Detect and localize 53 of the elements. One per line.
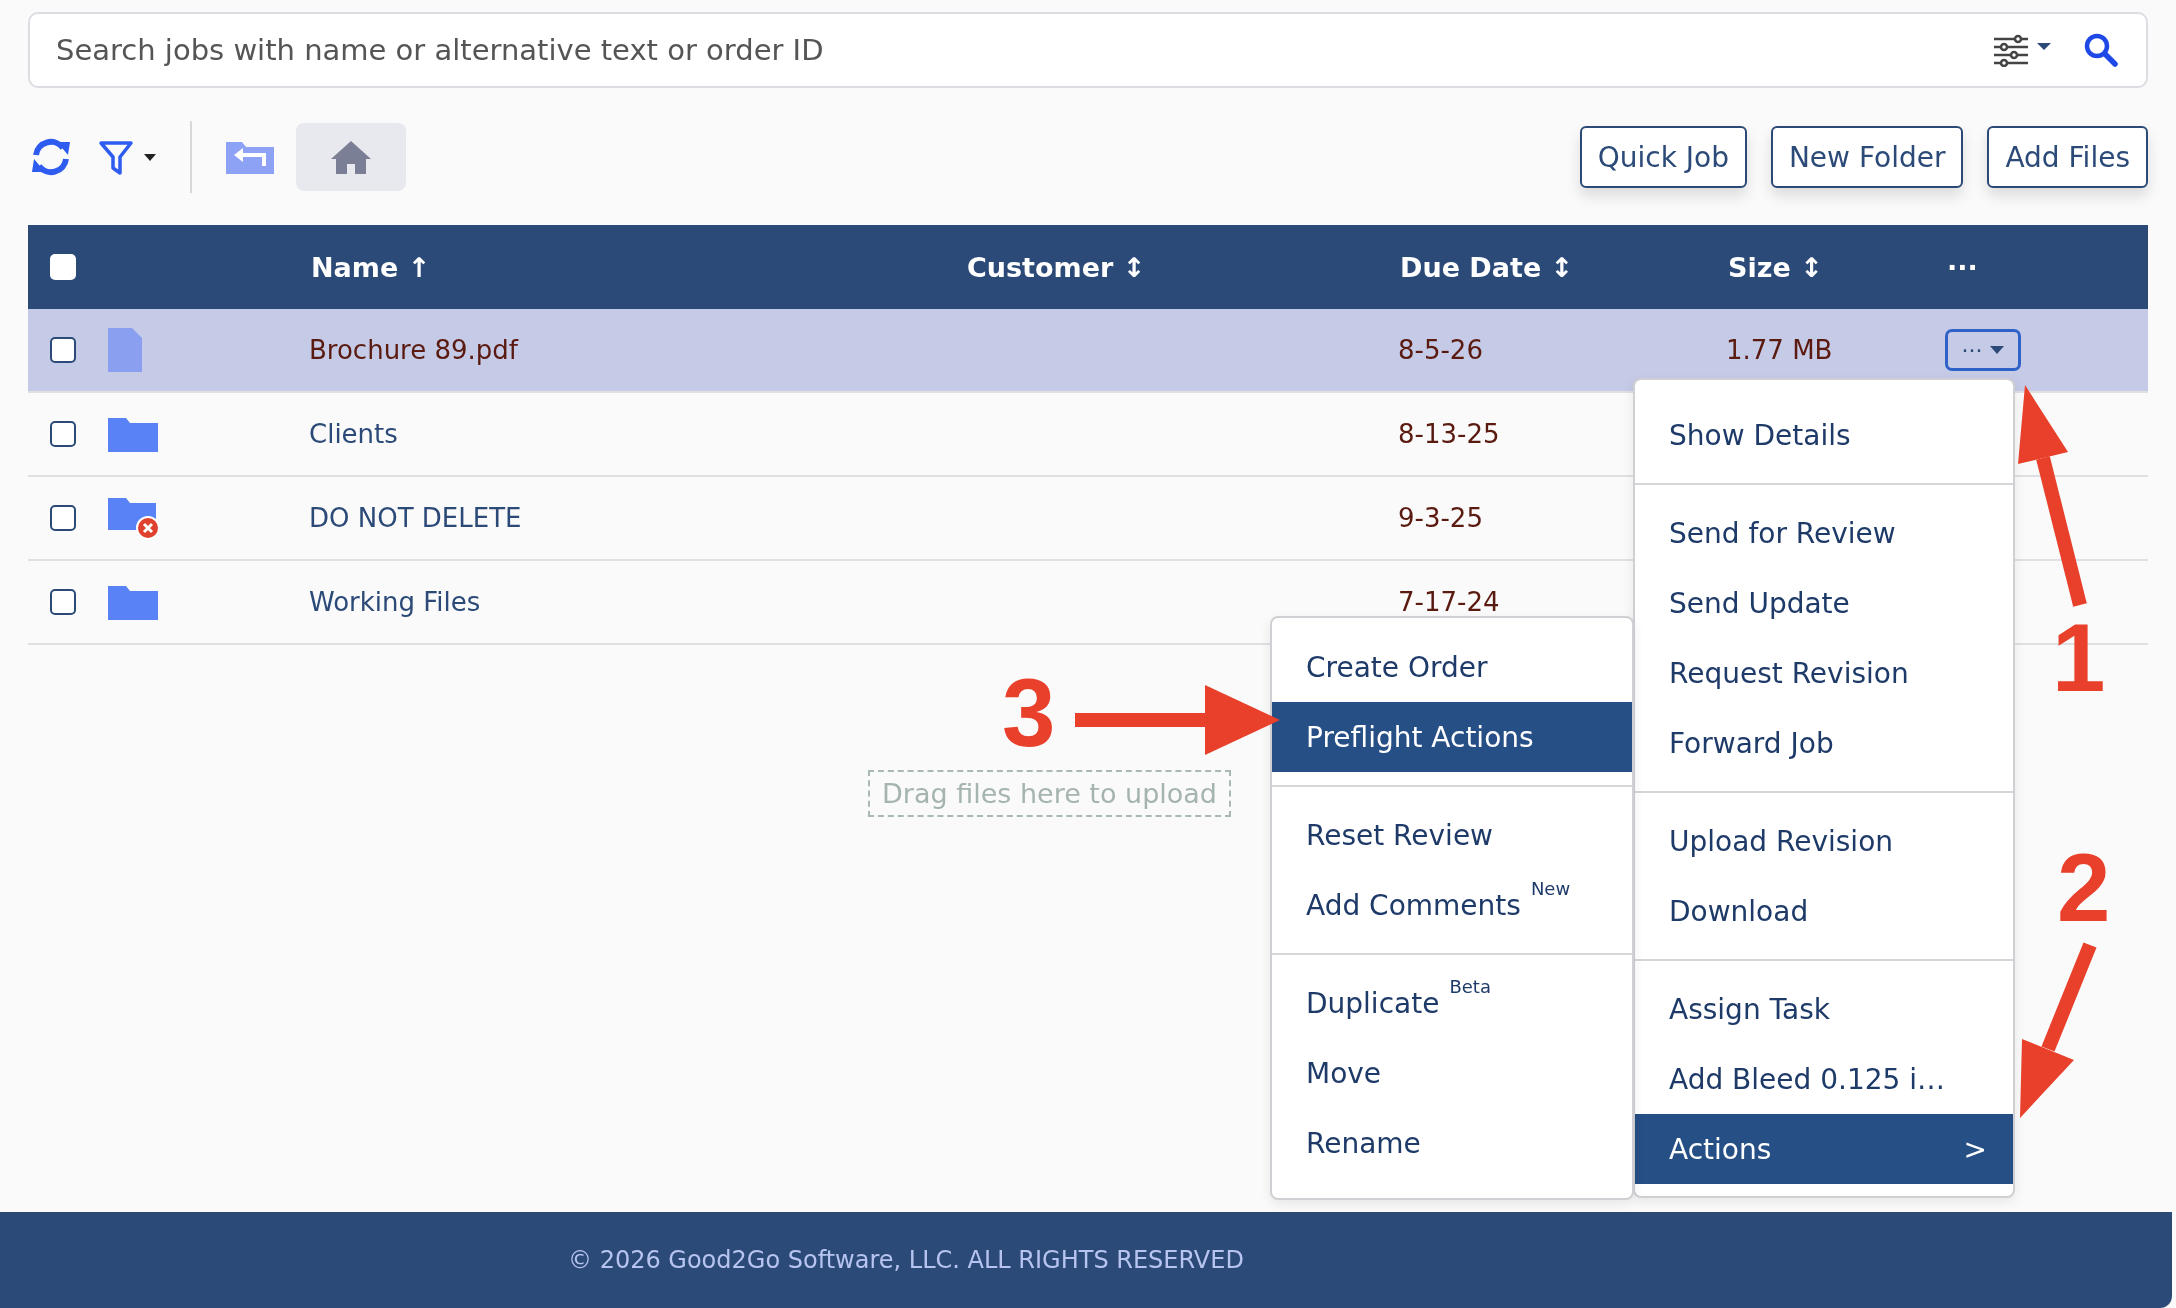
caret-icon bbox=[1990, 346, 2005, 354]
annotation-number: 3 bbox=[1002, 665, 1056, 761]
column-header[interactable]: Size ↕ bbox=[1726, 251, 1823, 283]
row-checkbox[interactable] bbox=[50, 337, 76, 363]
file-size: 1.77 MB bbox=[1726, 335, 1833, 365]
annotation-number: 2 bbox=[2057, 840, 2111, 936]
menu-item[interactable]: Reset Review bbox=[1272, 800, 1632, 870]
table-row[interactable]: Brochure 89.pdf 8-5-26 1.77 MB ··· bbox=[28, 309, 2148, 393]
select-all-checkbox[interactable] bbox=[50, 254, 76, 280]
column-header[interactable]: Customer ↕ bbox=[965, 251, 1146, 283]
column-header[interactable]: Name ↑ bbox=[309, 251, 431, 283]
menu-item[interactable]: Move bbox=[1272, 1038, 1632, 1108]
file-name[interactable]: DO NOT DELETE bbox=[309, 503, 522, 533]
menu-item[interactable]: Send Update bbox=[1635, 568, 2013, 638]
row-checkbox[interactable] bbox=[50, 505, 76, 531]
menu-item[interactable]: Show Details bbox=[1635, 400, 2013, 470]
toolbar-button[interactable]: Quick Job bbox=[1579, 126, 1747, 188]
toolbar-button[interactable]: Add Files bbox=[1987, 126, 2148, 188]
folder-icon bbox=[108, 584, 158, 620]
menu-item[interactable]: Duplicate $^{Beta}$ bbox=[1272, 968, 1632, 1038]
search-icon[interactable] bbox=[2084, 33, 2118, 67]
sliders-icon[interactable] bbox=[1992, 33, 2054, 67]
file-name[interactable]: Working Files bbox=[309, 587, 481, 617]
due-date: 8-5-26 bbox=[1398, 335, 1483, 365]
row-menu-button[interactable]: ··· bbox=[1945, 329, 2021, 371]
row-checkbox[interactable] bbox=[50, 421, 76, 447]
menu-item[interactable]: Rename bbox=[1272, 1108, 1632, 1178]
file-name[interactable]: Clients bbox=[309, 419, 398, 449]
menu-item[interactable]: Assign Task bbox=[1635, 974, 2013, 1044]
menu-item[interactable]: Add Comments $^{New}$ bbox=[1272, 870, 1632, 940]
refresh-icon[interactable] bbox=[30, 138, 72, 176]
due-date: 9-3-25 bbox=[1398, 503, 1483, 533]
menu-item[interactable]: Add Bleed 0.125 i… bbox=[1635, 1044, 2013, 1114]
folder-icon bbox=[108, 416, 158, 452]
filter-icon[interactable] bbox=[98, 138, 158, 176]
column-header[interactable]: Due Date ↕ bbox=[1398, 251, 1574, 283]
menu-item[interactable]: Actions > bbox=[1635, 1114, 2013, 1184]
more-columns-menu[interactable]: ··· bbox=[1945, 251, 1978, 283]
due-date: 7-17-24 bbox=[1398, 587, 1500, 617]
home-button[interactable] bbox=[296, 123, 406, 191]
search-bar[interactable]: Search jobs with name or alternative text or order ID bbox=[28, 12, 2148, 88]
toolbar-button[interactable]: New Folder bbox=[1770, 126, 1964, 188]
menu-item[interactable]: Download bbox=[1635, 876, 2013, 946]
copyright-text: © 2026 Good2Go Software, LLC. ALL RIGHTS RESERVED bbox=[568, 1246, 1244, 1274]
search-field[interactable]: Search jobs with name or alternative text or order ID bbox=[54, 32, 1962, 68]
house-icon bbox=[329, 139, 373, 175]
file-name[interactable]: Brochure 89.pdf bbox=[309, 335, 518, 365]
menu-item[interactable]: Forward Job bbox=[1635, 708, 2013, 778]
file-icon bbox=[108, 328, 142, 372]
row-checkbox[interactable] bbox=[50, 589, 76, 615]
menu-item[interactable]: Preflight Actions bbox=[1272, 702, 1632, 772]
menu-item[interactable]: Upload Revision bbox=[1635, 806, 2013, 876]
due-date: 8-13-25 bbox=[1398, 419, 1500, 449]
